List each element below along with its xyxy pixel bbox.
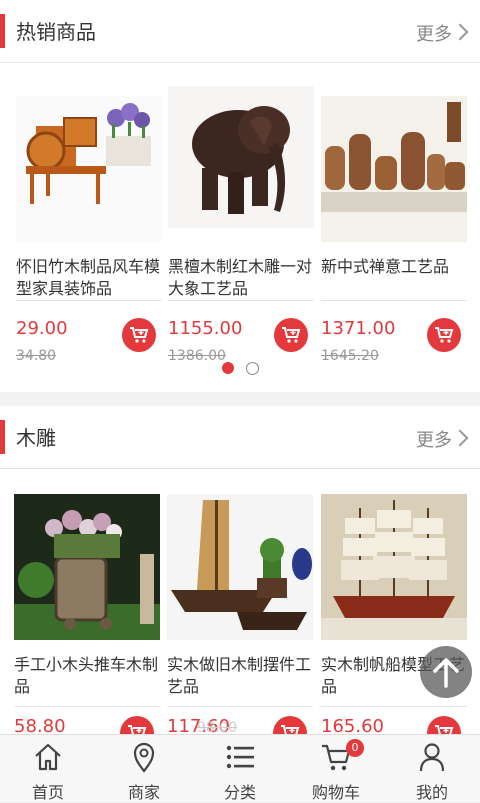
hot-products-section: 热销商品 更多 怀旧竹木制品风车模型家具装饰品 29.00 34.80 黑檀木制… [0,0,480,392]
tab-home[interactable]: 首页 [0,735,96,802]
tab-label: 商家 [127,783,160,802]
back-to-top-button[interactable] [420,646,472,698]
location-pin-icon [133,742,155,773]
product-card[interactable]: 实木做旧木制摆件工艺品 117.60 98.00 [167,494,317,750]
product-image[interactable] [168,86,314,228]
section-accent-bar [0,420,5,454]
home-icon [35,743,61,771]
section-header: 木雕 更多 [0,406,480,469]
arrow-up-icon [433,658,459,688]
tab-label: 首页 [31,783,64,802]
more-link[interactable]: 更多 [416,426,469,452]
price-divider [167,706,313,707]
price-divider [321,300,467,301]
product-name[interactable]: 手工小木头推车木制品 [14,654,164,698]
chevron-right-icon [451,429,469,447]
cart-icon [282,327,301,343]
list-icon [226,745,254,769]
tab-mine[interactable]: 我的 [384,735,480,802]
tab-label: 购物车 [311,783,360,802]
more-label: 更多 [416,430,452,451]
product-price: 1155.00 [168,318,243,339]
section-accent-bar [0,14,5,48]
product-name[interactable]: 黑檀木制红木雕一对大象工艺品 [168,256,318,300]
product-card[interactable]: 黑檀木制红木雕一对大象工艺品 1155.00 1386.00 [168,86,316,366]
bottom-tab-bar: 首页 商家 分类 0 购物车 我的 [0,734,480,802]
tab-merchants[interactable]: 商家 [96,735,192,802]
product-image[interactable] [167,494,313,640]
product-card[interactable]: 实木制帆船模型工艺品 165.60 [321,494,469,750]
product-image[interactable] [14,494,160,640]
product-original-price: 1386.00 [168,348,226,364]
cart-count-badge: 0 [346,739,364,757]
product-price: 29.00 [16,318,68,339]
product-original-price: 1645.20 [321,348,379,364]
product-image[interactable] [321,96,467,242]
add-to-cart-button[interactable] [427,318,461,352]
cart-icon [130,327,149,343]
product-name[interactable]: 怀旧竹木制品风车模型家具装饰品 [16,256,166,300]
user-icon [419,743,445,772]
product-name[interactable]: 实木做旧木制摆件工艺品 [167,654,317,698]
tab-label: 分类 [223,783,256,802]
section-header: 热销商品 更多 [0,0,480,63]
product-card[interactable]: 手工小木头推车木制品 58.80 [14,494,164,750]
section-title: 热销商品 [16,20,96,44]
product-card[interactable]: 怀旧竹木制品风车模型家具装饰品 29.00 34.80 [16,96,164,366]
section-title: 木雕 [16,426,56,450]
product-card[interactable]: 新中式禅意工艺品 1371.00 1645.20 [321,96,469,366]
wood-carving-section: 木雕 更多 手工小木头推车木制品 58.80 实木做旧木制摆件工艺品 117.6… [0,406,480,750]
product-image[interactable] [321,494,467,640]
price-divider [14,706,160,707]
more-label: 更多 [416,24,452,45]
more-link[interactable]: 更多 [416,20,469,46]
tab-categories[interactable]: 分类 [192,735,288,802]
tab-cart[interactable]: 0 购物车 [288,735,384,802]
pager-dot[interactable] [246,362,259,375]
product-image[interactable] [16,96,162,242]
cart-icon [435,327,454,343]
price-divider [16,300,162,301]
add-to-cart-button[interactable] [122,318,156,352]
price-divider [321,706,467,707]
price-divider [168,300,314,301]
chevron-right-icon [451,23,469,41]
product-original-price: 34.80 [16,348,57,364]
pager-dot-active[interactable] [222,362,234,374]
product-price: 1371.00 [321,318,396,339]
product-name[interactable]: 新中式禅意工艺品 [321,256,471,278]
add-to-cart-button[interactable] [274,318,308,352]
tab-label: 我的 [415,783,448,802]
